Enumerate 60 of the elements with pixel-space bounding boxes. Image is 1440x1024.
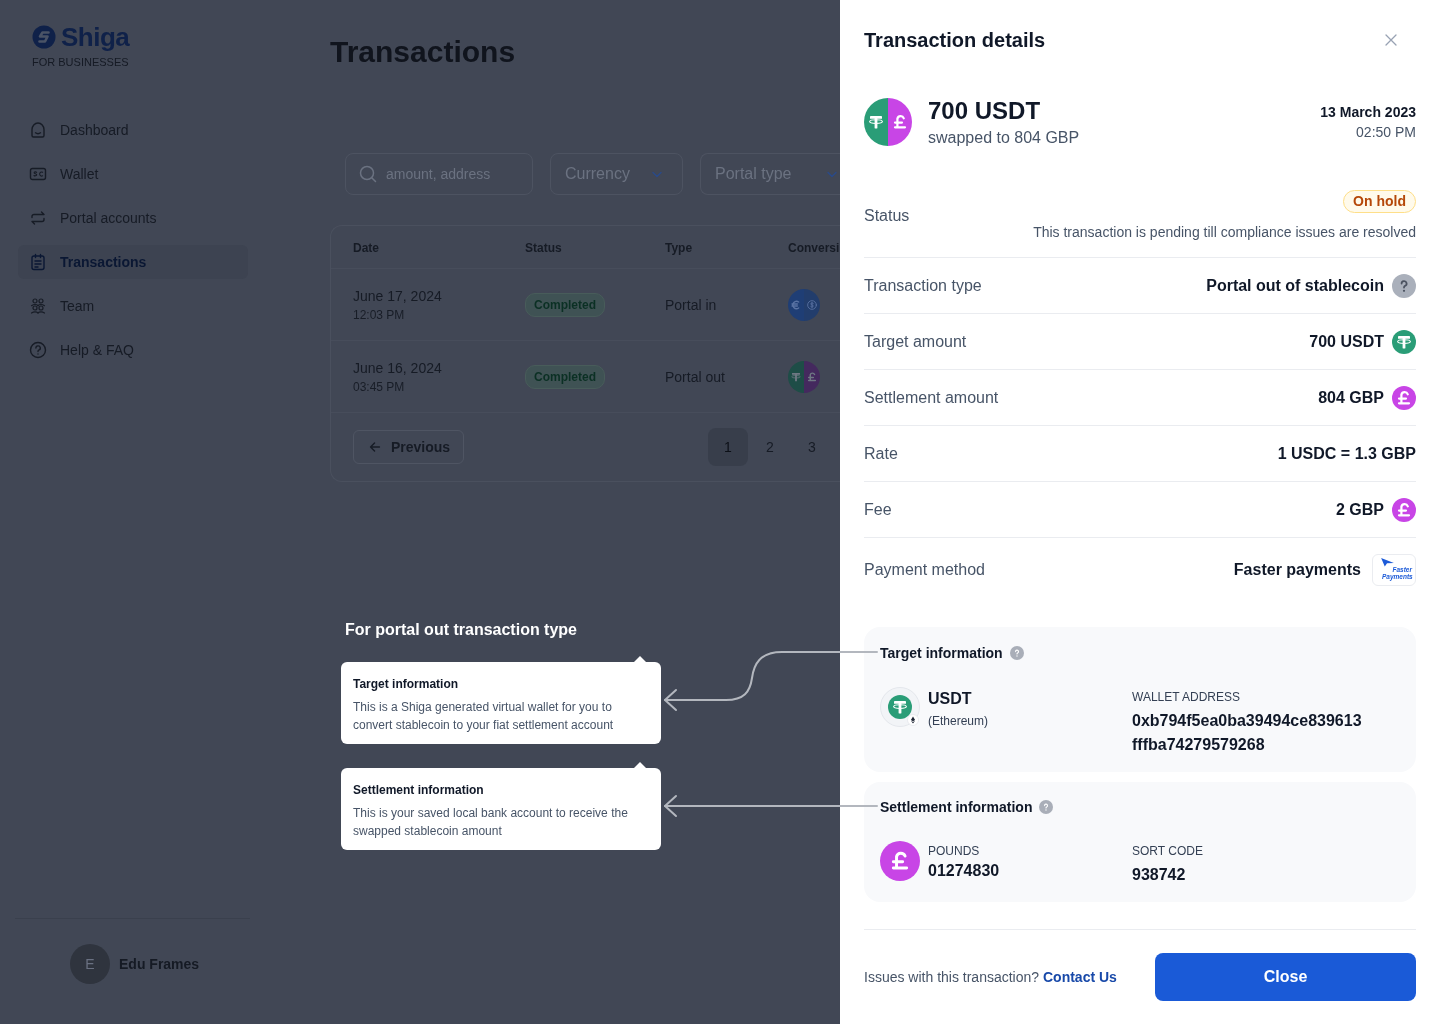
page-title: Transactions: [330, 34, 517, 70]
tooltip-text: This is a Shiga generated virtual wallet for you to convert stablecoin to your fiat settlement account: [353, 699, 615, 734]
contact-link[interactable]: Contact Us: [1043, 969, 1117, 985]
swap-arrows-icon: [29, 209, 47, 227]
section-title: Target information: [880, 645, 1003, 661]
field-label: SORT CODE: [1132, 843, 1204, 859]
annotation-heading: For portal out transaction type: [345, 620, 577, 640]
detail-value: 804 GBP: [1318, 388, 1384, 407]
pound-coin-icon: [880, 841, 920, 881]
arrow-left-icon: [367, 439, 383, 455]
section-title: Settlement information: [880, 799, 1033, 815]
close-icon: [1385, 34, 1397, 46]
time-text: 02:50 PM: [1355, 123, 1416, 141]
detail-label: Target amount: [864, 332, 967, 351]
detail-value: Portal out of stablecoin: [1206, 276, 1384, 295]
drawer-title: Transaction details: [864, 28, 1046, 52]
dashboard-icon: [29, 121, 47, 139]
user-avatar: E: [70, 944, 110, 984]
coin-name: USDT: [928, 689, 973, 709]
tooltip-title: Settlement information: [353, 782, 485, 798]
network-text: (Ethereum): [928, 713, 989, 729]
paper-plane-icon: [1380, 557, 1395, 567]
help-icon: [29, 341, 47, 359]
detail-label: Rate: [864, 444, 898, 463]
detail-label: Fee: [864, 500, 892, 519]
tether-coin-icon: [1392, 329, 1416, 354]
search-icon: [359, 165, 377, 183]
tether-pound-coin-icon: [864, 98, 912, 146]
amount-text: 700 USDT: [928, 97, 1042, 125]
tether-coin-icon: [880, 687, 920, 727]
detail-value: 700 USDT: [1309, 332, 1384, 351]
close-button[interactable]: Close: [1155, 953, 1416, 1001]
detail-value: Faster payments: [1233, 561, 1361, 579]
help-icon[interactable]: [1392, 273, 1416, 298]
sort-code: 938742: [1132, 865, 1187, 885]
account-number: 01274830: [928, 861, 1000, 881]
detail-label: Payment method: [864, 561, 985, 579]
tooltip-text: This is your saved local bank account to receive the swapped stablecoin amount: [353, 805, 629, 840]
detail-value: 1 USDC = 1.3 GBP: [1277, 444, 1416, 463]
pound-coin-icon: [1392, 497, 1416, 522]
wallet-icon: [29, 165, 47, 183]
status-badge: On hold: [1343, 190, 1416, 213]
help-text: Issues with this transaction? Contact Us: [864, 969, 1117, 985]
tether-pound-coin-icon: [788, 360, 820, 393]
wallet-address: 0xb794f5ea0ba39494ce839613fffba74279579268: [1132, 711, 1363, 755]
detail-label: Status: [864, 207, 910, 225]
status-note: This transaction is pending till compliance issues are resolved: [1033, 223, 1416, 242]
team-icon: [29, 297, 47, 315]
field-label: POUNDS: [928, 843, 981, 859]
logo-icon: [32, 25, 56, 49]
swap-text: swapped to 804 GBP: [928, 128, 1081, 148]
euro-dollar-coin-icon: [788, 288, 820, 321]
clipboard-icon: [29, 253, 47, 271]
detail-value: 2 GBP: [1336, 500, 1384, 519]
tooltip-title: Target information: [353, 676, 460, 692]
date-text: 13 March 2023: [1320, 103, 1416, 121]
detail-label: Transaction type: [864, 276, 982, 295]
pound-coin-icon: [1392, 385, 1416, 410]
field-label: WALLET ADDRESS: [1132, 689, 1242, 705]
detail-label: Settlement amount: [864, 388, 999, 407]
